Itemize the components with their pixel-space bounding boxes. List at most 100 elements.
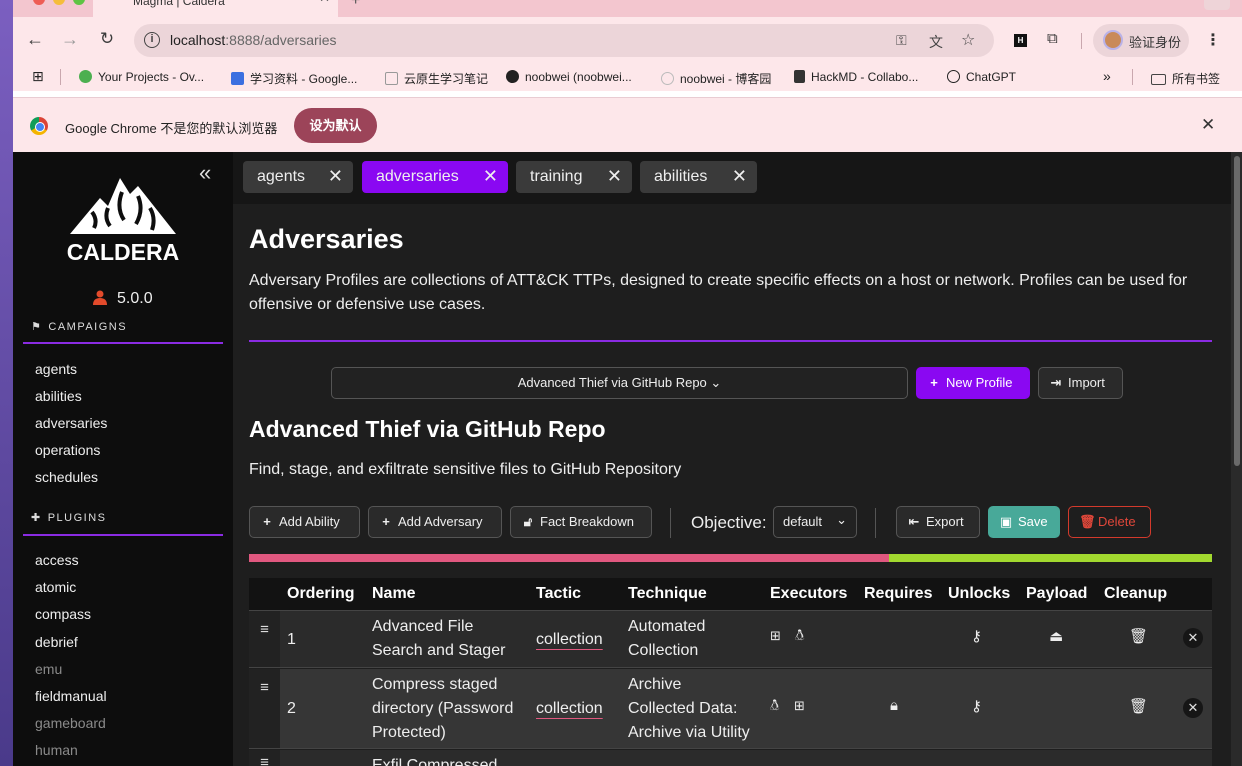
translate-icon[interactable]: 文 [929, 32, 943, 52]
column-header[interactable]: Ordering [287, 585, 355, 603]
sidebar-item-human[interactable]: human [35, 742, 78, 758]
sidebar-item-operations[interactable]: operations [35, 442, 100, 458]
column-header[interactable]: Requires [864, 585, 932, 603]
tab-training[interactable]: training ✕ [516, 161, 632, 193]
technique-cell: Automated Collection [628, 615, 705, 663]
campaigns-heading-label: CAMPAIGNS [48, 321, 128, 333]
bookmark-item[interactable]: 学习资料 - Google... [231, 70, 357, 87]
fact-breakdown-button[interactable]: 🔓︎ Fact Breakdown [510, 506, 652, 538]
all-bookmarks[interactable]: 所有书签 [1151, 70, 1220, 87]
bookmark-item[interactable]: ChatGPT [947, 70, 1016, 84]
close-window-button[interactable] [33, 0, 45, 5]
sidebar-item-schedules[interactable]: schedules [35, 469, 98, 485]
close-tab-icon[interactable]: ✕ [607, 166, 622, 187]
bookmark-item[interactable]: noobwei - 博客园 [661, 70, 771, 87]
sidebar-item-gameboard[interactable]: gameboard [35, 715, 106, 731]
import-file-icon: ⇥ [1050, 375, 1062, 390]
close-tab-icon[interactable]: ✕ [732, 166, 747, 187]
add-adversary-button[interactable]: + Add Adversary [368, 506, 502, 538]
tactic-link[interactable]: collection [536, 628, 603, 652]
browser-tab[interactable]: Magma | Caldera ✕ [93, 0, 338, 17]
table-row[interactable]: ≡ Exfil Compressed [249, 750, 1212, 766]
site-info-icon[interactable]: i [144, 32, 160, 48]
export-label: Export [926, 514, 964, 529]
column-header[interactable]: Executors [770, 585, 847, 603]
linux-icon: 🐧︎ [770, 697, 780, 714]
tab-search-button[interactable] [1204, 0, 1230, 10]
new-profile-button[interactable]: + New Profile [916, 367, 1030, 399]
tab-adversaries[interactable]: adversaries ✕ [362, 161, 508, 193]
bookmark-star-icon[interactable]: ☆ [961, 30, 975, 50]
bookmark-label: HackMD - Collabo... [811, 70, 919, 84]
tab-agents[interactable]: agents ✕ [243, 161, 353, 193]
delete-button[interactable]: 🗑︎ Delete [1068, 506, 1151, 538]
apps-grid-icon[interactable]: ⊞ [32, 68, 44, 85]
add-ability-button[interactable]: + Add Ability [249, 506, 360, 538]
forward-arrow-icon[interactable]: → [59, 29, 81, 50]
save-button[interactable]: ▣ Save [988, 506, 1060, 538]
page-scrollbar[interactable] [1231, 152, 1242, 766]
drag-handle-icon[interactable]: ≡ [249, 750, 280, 766]
column-header[interactable]: Payload [1026, 585, 1087, 603]
back-arrow-icon[interactable]: ← [24, 29, 46, 50]
password-key-icon[interactable]: ⚿ [896, 32, 907, 49]
bookmark-item[interactable]: 云原生学习笔记 [385, 70, 488, 87]
import-button[interactable]: ⇥ Import [1038, 367, 1123, 399]
maximize-window-button[interactable] [73, 0, 85, 5]
bookmark-item[interactable]: HackMD - Collabo... [794, 70, 918, 84]
export-button[interactable]: ⇤ Export [896, 506, 980, 538]
new-tab-icon[interactable]: + [351, 0, 360, 10]
close-tab-icon[interactable]: ✕ [328, 166, 343, 187]
column-header[interactable]: Unlocks [948, 585, 1010, 603]
sidebar-item-access[interactable]: access [35, 552, 79, 568]
bookmark-item[interactable]: Your Projects - Ov... [79, 70, 204, 84]
sidebar-item-fieldmanual[interactable]: fieldmanual [35, 688, 107, 704]
scrollbar-thumb[interactable] [1234, 156, 1240, 466]
infobar-close-icon[interactable]: ✕ [1201, 115, 1215, 135]
more-bookmarks-icon[interactable]: » [1103, 68, 1111, 84]
sidebar-item-agents[interactable]: agents [35, 361, 77, 377]
sidebar-item-compass[interactable]: compass [35, 606, 91, 622]
tactic-link[interactable]: collection [536, 697, 603, 721]
column-header[interactable]: Name [372, 585, 416, 603]
bookmark-label: Your Projects - Ov... [98, 70, 205, 84]
adversary-profile-select[interactable]: Advanced Thief via GitHub Repo ⌄ [331, 367, 908, 399]
desktop-background [0, 0, 13, 766]
objective-select[interactable]: default ⌄ [773, 506, 857, 538]
column-header[interactable]: Technique [628, 585, 707, 603]
technique-line: Archive via Utility [628, 724, 750, 741]
sidebar-item-atomic[interactable]: atomic [35, 579, 76, 595]
plus-icon: + [930, 375, 938, 390]
drag-handle-icon[interactable]: ≡ [249, 611, 280, 667]
address-bar[interactable]: i localhost:8888/adversaries ⚿ 文 ☆ [134, 24, 994, 57]
name-line: Protected) [372, 724, 446, 741]
reload-icon[interactable]: ↻ [96, 29, 118, 49]
chrome-menu-icon[interactable]: ⋮ [1205, 30, 1221, 50]
extensions-puzzle-icon[interactable]: ⧉ [1047, 30, 1058, 47]
minimize-window-button[interactable] [53, 0, 65, 5]
set-default-button[interactable]: 设为默认 [294, 108, 377, 143]
sidebar-item-debrief[interactable]: debrief [35, 634, 78, 650]
sidebar-item-emu[interactable]: emu [35, 661, 62, 677]
plus-icon: + [263, 514, 271, 529]
remove-ability-button[interactable]: ✕ [1183, 628, 1203, 648]
sidebar-item-abilities[interactable]: abilities [35, 388, 82, 404]
chrome-logo-icon [30, 117, 48, 135]
profile-button[interactable]: 验证身份 [1093, 24, 1189, 57]
close-tab-icon[interactable]: ✕ [483, 166, 498, 187]
sidebar-item-adversaries[interactable]: adversaries [35, 415, 107, 431]
url-text[interactable]: localhost:8888/adversaries [170, 32, 337, 48]
table-row[interactable]: ≡ 2 Compress staged directory (Password Pr… [249, 669, 1212, 749]
remove-ability-button[interactable]: ✕ [1183, 698, 1203, 718]
drag-handle-icon[interactable]: ≡ [249, 669, 280, 748]
collapse-sidebar-icon[interactable]: « [199, 160, 211, 186]
column-header[interactable]: Tactic [536, 585, 581, 603]
user-icon [93, 290, 107, 305]
tab-abilities[interactable]: abilities ✕ [640, 161, 757, 193]
tab-close-icon[interactable]: ✕ [319, 0, 330, 6]
bookmark-item[interactable]: noobwei (noobwei... [506, 70, 632, 84]
table-row[interactable]: ≡ 1 Advanced File Search and Stager colle… [249, 611, 1212, 668]
linux-icon: 🐧︎ [795, 627, 805, 644]
hackmd-extension-icon[interactable]: H [1014, 34, 1027, 47]
column-header[interactable]: Cleanup [1104, 585, 1167, 603]
